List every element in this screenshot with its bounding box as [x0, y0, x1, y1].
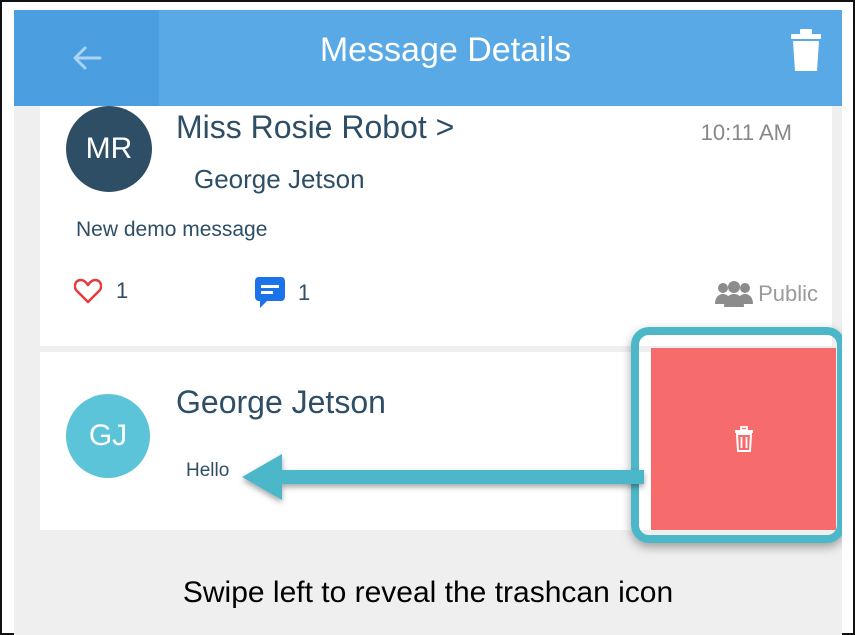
annotation-arrow-left	[242, 454, 644, 500]
group-icon	[715, 281, 754, 307]
comment-count: 1	[298, 280, 311, 305]
visibility-text: Public	[758, 281, 818, 306]
annotation-highlight-box	[631, 327, 842, 543]
app-screen: Message Details MR Miss Rosie Robot > Ge…	[14, 10, 842, 635]
message-time: 10:11 AM	[700, 120, 792, 145]
message-body: New demo message	[76, 218, 268, 241]
page-title: Message Details	[319, 31, 572, 69]
sender-name[interactable]: Miss Rosie Robot >	[176, 109, 454, 146]
header-bar: Message Details	[14, 10, 842, 106]
comment-button[interactable]: 1	[254, 276, 310, 310]
visibility-label: Public	[714, 280, 818, 308]
heart-icon	[74, 278, 102, 304]
like-button[interactable]: 1	[74, 278, 128, 304]
recipient-name[interactable]: George Jetson	[194, 164, 365, 195]
arrow-left-icon	[73, 46, 101, 70]
comment-icon	[255, 277, 285, 308]
avatar[interactable]: MR	[66, 106, 152, 192]
like-count: 1	[116, 278, 129, 303]
sender-name[interactable]: George Jetson	[176, 384, 386, 421]
annotation-caption: Swipe left to reveal the trashcan icon	[182, 576, 674, 609]
avatar[interactable]: GJ	[66, 394, 150, 478]
message-card[interactable]: MR Miss Rosie Robot > George Jetson 10:1…	[40, 106, 832, 346]
trash-icon[interactable]	[790, 28, 822, 72]
back-button[interactable]	[14, 10, 159, 106]
message-body: Hello	[186, 460, 230, 481]
